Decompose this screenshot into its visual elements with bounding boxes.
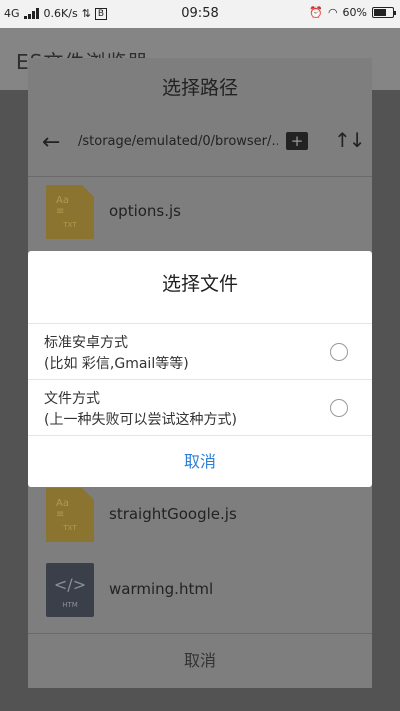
radio-button[interactable] — [330, 343, 348, 361]
current-path: /storage/emulated/0/browser/… — [78, 134, 278, 149]
path-dialog-title: 选择路径 — [161, 77, 238, 99]
cancel-button[interactable]: 取消 — [28, 435, 372, 487]
file-item[interactable]: </> HTM warming.html — [28, 558, 372, 622]
file-item[interactable]: Aa ≡ TXT options.js — [28, 180, 372, 244]
battery-percent: 60% — [342, 6, 367, 19]
back-arrow-icon[interactable]: ← — [42, 130, 60, 155]
file-name: warming.html — [109, 580, 214, 598]
path-toolbar: ← /storage/emulated/0/browser/… + ↑↓ — [28, 116, 372, 174]
option-file-mode[interactable]: 文件方式 (上一种失败可以尝试这种方式) — [28, 379, 372, 435]
battery-icon — [372, 7, 396, 18]
wifi-icon: ◠ — [327, 6, 338, 19]
txt-file-icon: Aa ≡ TXT — [46, 488, 94, 542]
option-label: 文件方式 — [44, 391, 100, 407]
status-right: ⏰ ◠ 60% — [309, 6, 396, 19]
file-name: options.js — [109, 202, 181, 220]
divider — [28, 176, 372, 177]
radio-button[interactable] — [330, 399, 348, 417]
file-name: straightGoogle.js — [109, 505, 237, 523]
option-description: (上一种失败可以尝试这种方式) — [44, 412, 237, 428]
choose-dialog-title: 选择文件 — [161, 273, 238, 295]
html-file-icon: </> HTM — [46, 563, 94, 617]
new-folder-icon[interactable]: + — [286, 132, 308, 150]
status-bar: 4G 0.6K/s ⇅ B 09:58 ⏰ ◠ 60% — [0, 0, 400, 28]
path-cancel-button[interactable]: 取消 — [28, 633, 372, 688]
option-description: (比如 彩信,Gmail等等) — [44, 356, 189, 372]
file-item[interactable]: Aa ≡ TXT straightGoogle.js — [28, 483, 372, 547]
choose-file-dialog: 选择文件 标准安卓方式 (比如 彩信,Gmail等等) 文件方式 (上一种失败可… — [28, 251, 372, 487]
sort-icon[interactable]: ↑↓ — [334, 128, 365, 152]
option-standard-android[interactable]: 标准安卓方式 (比如 彩信,Gmail等等) — [28, 323, 372, 379]
alarm-icon: ⏰ — [309, 6, 323, 19]
txt-file-icon: Aa ≡ TXT — [46, 185, 94, 239]
option-label: 标准安卓方式 — [44, 335, 128, 351]
